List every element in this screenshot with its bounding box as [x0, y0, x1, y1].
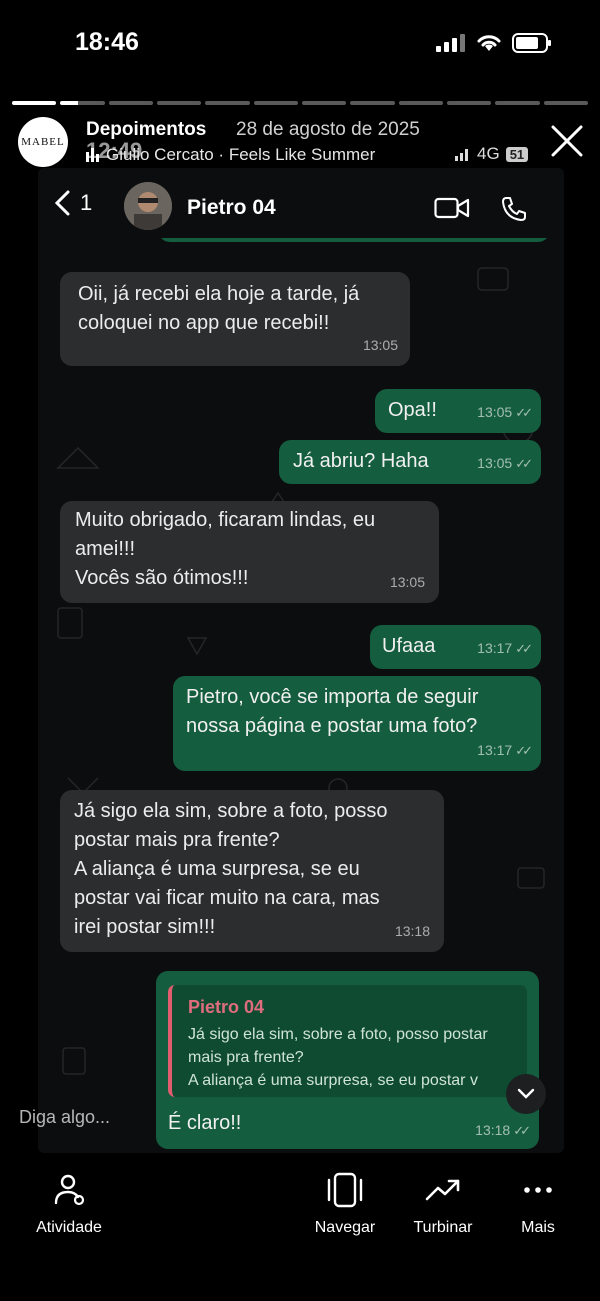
message-text: Já sigo ela sim, sobre a foto, posso pos…	[74, 800, 388, 938]
contact-photo	[124, 182, 172, 230]
back-button[interactable]: 1	[54, 190, 92, 216]
message-time: 13:18	[394, 923, 430, 939]
quoted-message[interactable]: Pietro 04 Já sigo ela sim, sobre a foto,…	[168, 985, 527, 1097]
nav-boost[interactable]: Turbinar	[398, 1172, 488, 1237]
more-icon	[524, 1187, 552, 1193]
chat-header: 1 Pietro 04	[38, 168, 564, 238]
message-time: 13:05	[362, 337, 398, 353]
contact-avatar[interactable]	[124, 182, 172, 230]
scroll-down-button[interactable]	[506, 1074, 546, 1114]
nav-label: Mais	[521, 1219, 555, 1236]
battery-icon	[512, 33, 551, 53]
overlay-network: 4G	[477, 144, 500, 163]
message-time: 13:17	[477, 742, 513, 758]
message-bubble-outgoing: Ufaaa 13:17 ✓✓	[370, 625, 541, 669]
nav-activity[interactable]: Atividade	[24, 1172, 114, 1237]
message-meta: 13:05 ✓✓	[477, 398, 533, 427]
reply-input[interactable]: Diga algo...	[19, 1107, 110, 1128]
story-progress	[12, 101, 588, 105]
reply-bubble-outgoing: Pietro 04 Já sigo ela sim, sobre a foto,…	[156, 971, 539, 1149]
message-bubble-outgoing: Pietro, você se importa de seguir nossa …	[173, 676, 541, 771]
message-bubble-incoming: Oii, já recebi ela hoje a tarde, já colo…	[60, 272, 410, 366]
message-bubble-outgoing: Opa!! 13:05 ✓✓	[375, 389, 541, 433]
message-bubble-incoming: Muito obrigado, ficaram lindas, eu amei!…	[60, 501, 439, 603]
phone-call-icon[interactable]	[500, 195, 528, 223]
activity-icon	[54, 1174, 85, 1206]
music-label: Giulio Cercato · Feels Like Summer	[106, 145, 376, 164]
boost-icon	[425, 1179, 460, 1201]
read-ticks-icon: ✓✓	[513, 1123, 531, 1138]
back-count: 1	[80, 190, 93, 215]
chevron-down-icon	[517, 1088, 535, 1099]
logo-text: MABEL	[21, 136, 65, 148]
chevron-left-icon	[54, 190, 70, 216]
nav-label: Navegar	[314, 1219, 376, 1236]
nav-label: Turbinar	[413, 1219, 473, 1236]
chat-screenshot: 1 Pietro 04 Oii, já recebi ela hoje a ta…	[38, 168, 564, 1153]
message-bubble-outgoing: Já abriu? Haha 13:05 ✓✓	[279, 440, 541, 484]
message-time: 13:05	[389, 574, 425, 590]
message-meta: 13:05 ✓✓	[477, 449, 533, 478]
message-text: Muito obrigado, ficaram lindas, eu amei!…	[75, 509, 376, 589]
message-bubble-incoming: Já sigo ela sim, sobre a foto, posso pos…	[60, 790, 444, 952]
read-ticks-icon: ✓✓	[515, 743, 533, 758]
message-text: Já abriu? Haha	[293, 450, 429, 472]
message-text: Ufaaa	[382, 635, 436, 657]
message-meta: 13:17 ✓✓	[477, 634, 533, 663]
message-text: Pietro, você se importa de seguir nossa …	[186, 686, 479, 737]
nav-more[interactable]: Mais	[493, 1172, 583, 1237]
message-time: 13:17	[477, 640, 513, 656]
message-time: 13:18	[475, 1122, 511, 1138]
story-date: 28 de agosto de 2025	[236, 119, 420, 140]
nav-label: Atividade	[36, 1219, 102, 1236]
quoted-name: Pietro 04	[188, 997, 265, 1017]
message-time: 13:05	[477, 455, 513, 471]
status-icons	[436, 33, 552, 53]
read-ticks-icon: ✓✓	[515, 456, 533, 471]
read-ticks-icon: ✓✓	[515, 405, 533, 420]
navigate-icon	[327, 1172, 363, 1208]
profile-avatar[interactable]: MABEL	[18, 117, 68, 167]
video-call-icon[interactable]	[434, 196, 470, 220]
close-icon[interactable]	[550, 124, 584, 158]
quoted-text: Já sigo ela sim, sobre a foto, posso pos…	[188, 1026, 488, 1089]
message-meta: 13:18 ✓✓	[475, 1116, 531, 1145]
status-time: 18:46	[75, 28, 139, 56]
message-text: Opa!!	[388, 399, 437, 421]
music-info[interactable]: Giulio Cercato · Feels Like Summer	[86, 145, 375, 165]
message-time: 13:05	[477, 404, 513, 420]
contact-name[interactable]: Pietro 04	[187, 196, 276, 220]
read-ticks-icon: ✓✓	[515, 641, 533, 656]
message-meta: 13:17 ✓✓	[477, 736, 533, 765]
overlay-status: 4G 51	[455, 144, 529, 164]
overlay-battery: 51	[505, 146, 529, 162]
nav-browse[interactable]: Navegar	[300, 1172, 390, 1237]
wifi-icon	[477, 35, 501, 51]
signal-icon	[436, 34, 465, 52]
overlay-signal-icon	[455, 149, 468, 161]
message-text: Oii, já recebi ela hoje a tarde, já colo…	[78, 283, 360, 334]
music-bars-icon	[86, 148, 99, 162]
message-text: É claro!!	[168, 1112, 242, 1134]
